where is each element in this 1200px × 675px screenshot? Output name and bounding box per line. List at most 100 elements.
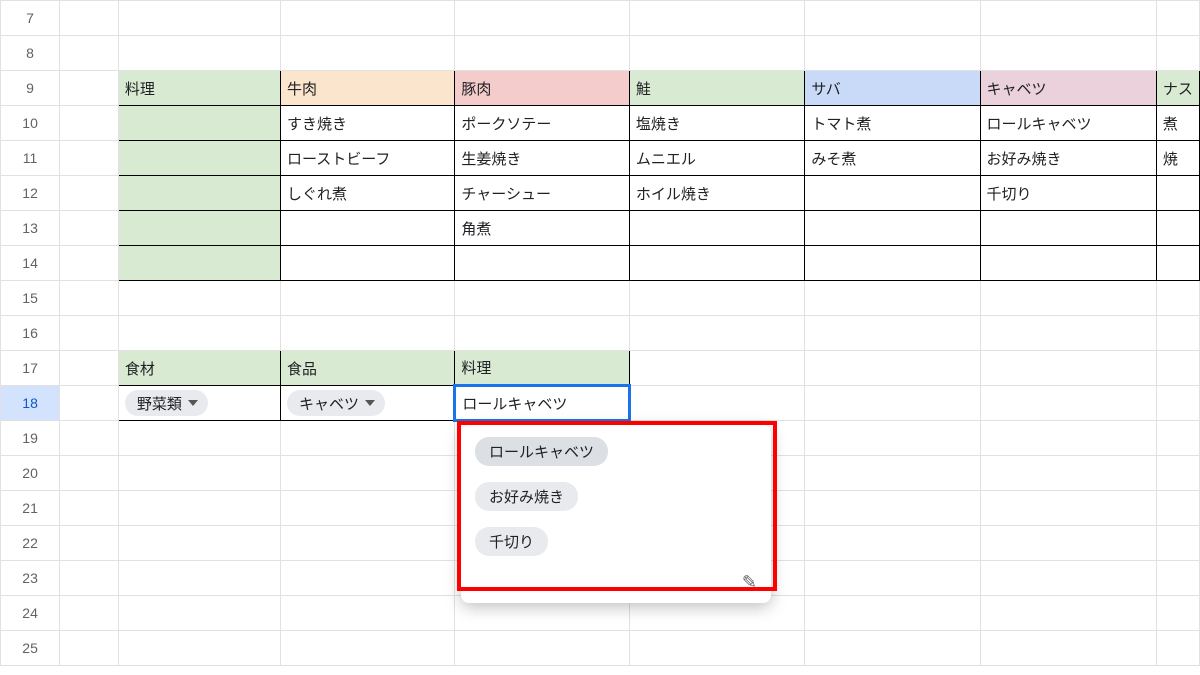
cell[interactable] (629, 316, 805, 351)
cell[interactable] (281, 456, 455, 491)
cell[interactable]: 料理 (455, 351, 629, 386)
cell[interactable]: 煮 (1156, 106, 1199, 141)
cell[interactable]: 生姜焼き (455, 141, 629, 176)
cell[interactable] (805, 386, 980, 421)
cell[interactable] (281, 596, 455, 631)
cell[interactable] (60, 456, 119, 491)
cell[interactable] (1156, 1, 1199, 36)
cell[interactable] (629, 246, 805, 281)
cell[interactable] (805, 526, 980, 561)
cell[interactable] (118, 281, 280, 316)
cell[interactable] (118, 596, 280, 631)
cell[interactable] (1156, 386, 1199, 421)
row-header[interactable]: 21 (1, 491, 60, 526)
cell[interactable] (629, 1, 805, 36)
cell[interactable] (60, 281, 119, 316)
cell[interactable] (805, 631, 980, 666)
cell[interactable]: しぐれ煮 (281, 176, 455, 211)
cell[interactable] (60, 71, 119, 106)
row-header[interactable]: 14 (1, 246, 60, 281)
cell[interactable] (281, 316, 455, 351)
cell[interactable] (1156, 246, 1199, 281)
cell[interactable]: トマト煮 (805, 106, 980, 141)
cell[interactable] (805, 316, 980, 351)
cell[interactable] (60, 106, 119, 141)
cell[interactable] (118, 246, 280, 281)
cell[interactable] (455, 1, 629, 36)
cell[interactable] (805, 211, 980, 246)
cell[interactable] (118, 421, 280, 456)
cell[interactable] (980, 1, 1156, 36)
cell[interactable] (980, 351, 1156, 386)
dropdown-chip-cell[interactable]: 野菜類 (118, 386, 280, 421)
cell[interactable] (118, 36, 280, 71)
pencil-icon[interactable]: ✎ (475, 572, 757, 593)
cell[interactable] (980, 36, 1156, 71)
row-header[interactable]: 16 (1, 316, 60, 351)
cell[interactable] (629, 631, 805, 666)
cell[interactable]: 料理 (118, 71, 280, 106)
cell[interactable] (805, 281, 980, 316)
cell[interactable] (1156, 596, 1199, 631)
cell[interactable]: 角煮 (455, 211, 629, 246)
cell[interactable] (281, 1, 455, 36)
dropdown-option[interactable]: ロールキャベツ (475, 437, 608, 466)
cell[interactable] (1156, 316, 1199, 351)
row-header[interactable]: 23 (1, 561, 60, 596)
cell[interactable] (60, 36, 119, 71)
cell[interactable] (980, 526, 1156, 561)
cell[interactable]: ロールキャベツ (980, 106, 1156, 141)
cell[interactable] (281, 281, 455, 316)
dropdown-popup[interactable]: ロールキャベツ お好み焼き 千切り ✎ (461, 425, 771, 603)
cell[interactable] (1156, 351, 1199, 386)
cell[interactable] (455, 36, 629, 71)
cell[interactable] (281, 246, 455, 281)
cell[interactable] (1156, 631, 1199, 666)
cell[interactable] (629, 351, 805, 386)
cell[interactable]: 食材 (118, 351, 280, 386)
cell[interactable] (980, 421, 1156, 456)
cell[interactable] (60, 631, 119, 666)
row-header[interactable]: 22 (1, 526, 60, 561)
cell[interactable] (980, 631, 1156, 666)
cell[interactable] (805, 561, 980, 596)
cell[interactable]: ムニエル (629, 141, 805, 176)
row-header[interactable]: 25 (1, 631, 60, 666)
cell[interactable] (281, 36, 455, 71)
cell[interactable] (805, 246, 980, 281)
cell[interactable] (118, 526, 280, 561)
row-header[interactable]: 12 (1, 176, 60, 211)
cell[interactable] (980, 211, 1156, 246)
cell[interactable]: お好み焼き (980, 141, 1156, 176)
cell[interactable] (60, 246, 119, 281)
dropdown-option[interactable]: 千切り (475, 527, 548, 556)
cell[interactable] (60, 596, 119, 631)
cell[interactable]: ローストビーフ (281, 141, 455, 176)
row-header[interactable]: 9 (1, 71, 60, 106)
cell[interactable] (1156, 36, 1199, 71)
cell[interactable] (455, 316, 629, 351)
cell[interactable] (1156, 421, 1199, 456)
row-header[interactable]: 8 (1, 36, 60, 71)
cell[interactable] (805, 1, 980, 36)
row-header[interactable]: 18 (1, 386, 60, 421)
cell[interactable] (980, 456, 1156, 491)
cell[interactable]: ナス (1156, 71, 1199, 106)
cell[interactable] (455, 631, 629, 666)
cell[interactable] (118, 456, 280, 491)
cell[interactable] (629, 36, 805, 71)
cell[interactable] (980, 246, 1156, 281)
cell[interactable] (980, 491, 1156, 526)
cell[interactable]: サバ (805, 71, 980, 106)
cell[interactable] (805, 351, 980, 386)
row-header[interactable]: 10 (1, 106, 60, 141)
cell[interactable] (281, 211, 455, 246)
cell[interactable] (1156, 176, 1199, 211)
cell[interactable]: チャーシュー (455, 176, 629, 211)
row-header[interactable]: 7 (1, 1, 60, 36)
cell[interactable] (980, 596, 1156, 631)
cell[interactable] (805, 596, 980, 631)
cell[interactable] (60, 351, 119, 386)
cell[interactable]: 豚肉 (455, 71, 629, 106)
cell[interactable] (281, 526, 455, 561)
